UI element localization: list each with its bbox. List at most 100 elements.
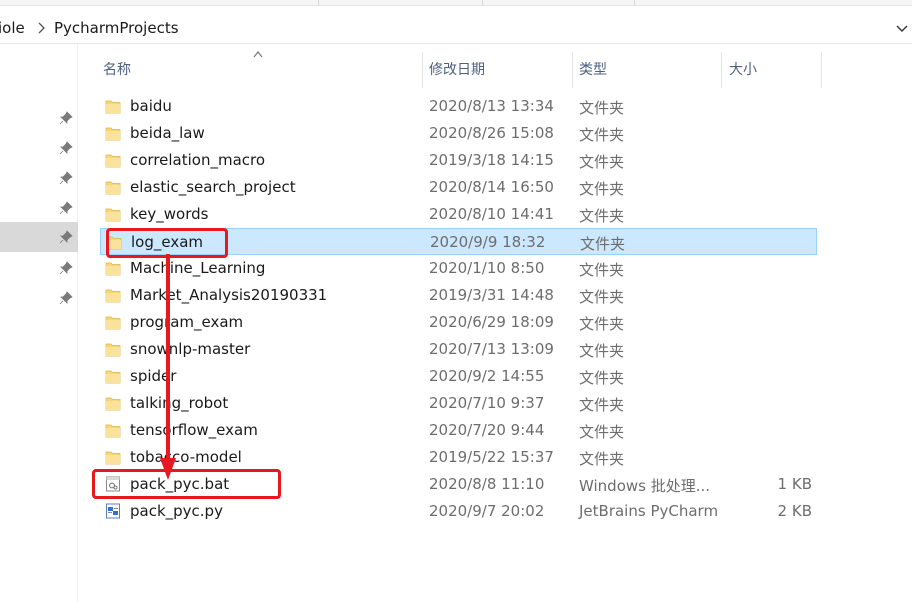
ribbon-divider <box>482 0 483 6</box>
file-row[interactable]: log_exam 2020/9/9 18:32 文件夹 <box>100 228 817 255</box>
file-type: 文件夹 <box>579 180 625 198</box>
column-divider[interactable] <box>572 52 573 88</box>
pin-icon[interactable] <box>59 201 73 215</box>
pin-icon[interactable] <box>59 291 73 305</box>
folder-icon <box>105 367 121 385</box>
column-header-date[interactable]: 修改日期 <box>429 59 485 79</box>
chevron-right-icon <box>38 22 45 34</box>
column-divider[interactable] <box>721 52 722 88</box>
file-row[interactable]: spider 2020/9/2 14:55 文件夹 <box>100 363 817 390</box>
file-name: snownlp-master <box>130 340 251 358</box>
file-type: 文件夹 <box>579 369 625 387</box>
file-type: 文件夹 <box>579 153 625 171</box>
folder-icon <box>106 233 122 251</box>
file-row[interactable]: tobacco-model 2019/5/22 15:37 文件夹 <box>100 444 817 471</box>
file-row[interactable]: program_exam 2020/6/29 18:09 文件夹 <box>100 309 817 336</box>
file-row[interactable]: talking_robot 2020/7/10 9:37 文件夹 <box>100 390 817 417</box>
file-row[interactable]: tensorflow_exam 2020/7/20 9:44 文件夹 <box>100 417 817 444</box>
folder-icon <box>105 340 121 358</box>
ribbon-divider <box>634 0 635 6</box>
pin-icon[interactable] <box>59 111 73 125</box>
file-size: 2 KB <box>777 502 812 520</box>
file-date-modified: 2020/8/8 11:10 <box>429 475 545 493</box>
quick-access-item[interactable] <box>0 133 78 163</box>
pin-icon[interactable] <box>59 171 73 185</box>
file-row[interactable]: baidu 2020/8/13 13:34 文件夹 <box>100 93 817 120</box>
file-name: beida_law <box>130 124 205 142</box>
folder-icon <box>105 313 121 331</box>
file-type: 文件夹 <box>579 261 625 279</box>
file-date-modified: 2019/3/31 14:48 <box>429 286 554 304</box>
file-row[interactable]: beida_law 2020/8/26 15:08 文件夹 <box>100 120 817 147</box>
file-date-modified: 2020/1/10 8:50 <box>429 259 545 277</box>
file-type: 文件夹 <box>579 288 625 306</box>
quick-access-item[interactable] <box>0 103 78 133</box>
folder-icon <box>105 448 121 466</box>
pin-icon[interactable] <box>59 141 73 155</box>
file-row[interactable]: Market_Analysis20190331 2019/3/31 14:48 文件… <box>100 282 817 309</box>
address-bar[interactable]: iole PycharmProjects <box>0 12 912 44</box>
file-date-modified: 2019/3/18 14:15 <box>429 151 554 169</box>
file-row[interactable]: elastic_search_project 2020/8/14 16:50 文件夹 <box>100 174 817 201</box>
file-name: key_words <box>130 205 209 223</box>
file-type: JetBrains PyCharm <box>579 502 719 520</box>
file-type: 文件夹 <box>579 450 625 468</box>
file-type: 文件夹 <box>579 315 625 333</box>
quick-access-item[interactable] <box>0 163 78 193</box>
file-name: tensorflow_exam <box>130 421 258 439</box>
folder-icon <box>105 151 121 169</box>
folder-icon <box>105 178 121 196</box>
breadcrumb-current[interactable]: PycharmProjects <box>54 19 179 37</box>
chevron-down-icon[interactable] <box>894 20 910 36</box>
file-date-modified: 2020/8/14 16:50 <box>429 178 554 196</box>
column-header-name[interactable]: 名称 <box>103 59 131 79</box>
folder-icon <box>105 205 121 223</box>
file-row[interactable]: Machine_Learning 2020/1/10 8:50 文件夹 <box>100 255 817 282</box>
quick-access-item-selected[interactable] <box>0 222 78 252</box>
file-date-modified: 2020/8/26 15:08 <box>429 124 554 142</box>
file-date-modified: 2020/9/7 20:02 <box>429 502 545 520</box>
folder-icon <box>105 421 121 439</box>
column-header-type[interactable]: 类型 <box>579 59 607 79</box>
file-row[interactable]: snownlp-master 2020/7/13 13:09 文件夹 <box>100 336 817 363</box>
file-row[interactable]: key_words 2020/8/10 14:41 文件夹 <box>100 201 817 228</box>
quick-access-item[interactable] <box>0 283 78 313</box>
folder-icon <box>105 259 121 277</box>
quick-access-item[interactable] <box>0 193 78 223</box>
navigation-pane <box>0 44 78 602</box>
file-type: 文件夹 <box>579 207 625 225</box>
file-name: spider <box>130 367 177 385</box>
file-type: 文件夹 <box>579 99 625 117</box>
file-row[interactable]: correlation_macro 2019/3/18 14:15 文件夹 <box>100 147 817 174</box>
column-header-size[interactable]: 大小 <box>729 59 757 79</box>
sort-ascending-icon <box>253 51 263 58</box>
file-type: 文件夹 <box>580 235 626 253</box>
file-row[interactable]: pack_pyc.bat 2020/8/8 11:10 Windows 批处理...… <box>100 471 817 498</box>
file-date-modified: 2020/7/20 9:44 <box>429 421 545 439</box>
ribbon-divider <box>318 0 319 6</box>
quick-access-item[interactable] <box>0 253 78 283</box>
breadcrumb-parent[interactable]: iole <box>0 19 25 37</box>
column-divider[interactable] <box>422 52 423 88</box>
file-row[interactable]: pack_pyc.py 2020/9/7 20:02 JetBrains PyCha… <box>100 498 817 525</box>
column-divider[interactable] <box>821 52 822 88</box>
pin-icon[interactable] <box>59 230 73 244</box>
file-type: 文件夹 <box>579 423 625 441</box>
file-name: Machine_Learning <box>130 259 266 277</box>
file-type: Windows 批处理... <box>579 477 711 495</box>
file-date-modified: 2019/5/22 15:37 <box>429 448 554 466</box>
file-date-modified: 2020/8/13 13:34 <box>429 97 554 115</box>
file-name: baidu <box>130 97 172 115</box>
file-name: talking_robot <box>130 394 229 412</box>
folder-icon <box>105 286 121 304</box>
file-type: 文件夹 <box>579 342 625 360</box>
folder-icon <box>105 97 121 115</box>
file-date-modified: 2020/8/10 14:41 <box>429 205 554 223</box>
file-date-modified: 2020/7/13 13:09 <box>429 340 554 358</box>
column-header: 名称 修改日期 类型 大小 <box>80 44 912 92</box>
python-file-icon <box>105 502 121 520</box>
file-date-modified: 2020/6/29 18:09 <box>429 313 554 331</box>
file-type: 文件夹 <box>579 396 625 414</box>
batch-file-icon <box>105 475 121 493</box>
pin-icon[interactable] <box>59 261 73 275</box>
